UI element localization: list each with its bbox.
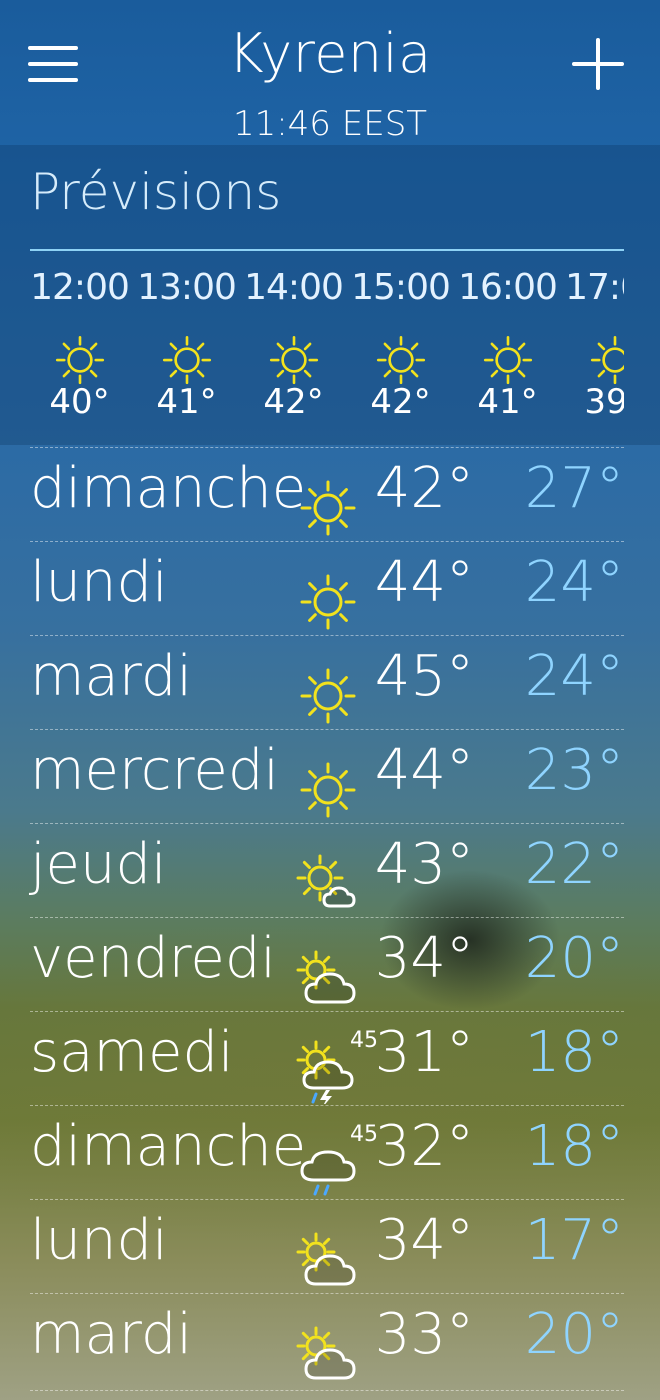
day-name: samedi [30, 1020, 234, 1085]
day-name: mercredi [30, 738, 279, 803]
precip-badge: 45 [350, 1122, 378, 1147]
high-temperature: 42° [374, 456, 474, 521]
high-temperature: 34° [374, 1208, 474, 1273]
daily-forecast-row[interactable]: vendredi 34° 20° [30, 917, 624, 1010]
daily-forecast-row[interactable]: mercredi 44° 23° [30, 729, 624, 822]
sun-icon [296, 758, 360, 822]
sun-icon [159, 332, 215, 388]
hour-temperature: 39° [584, 382, 624, 422]
low-temperature: 20° [524, 926, 624, 991]
low-temperature: 24° [524, 550, 624, 615]
sun-icon [373, 332, 429, 388]
high-temperature: 44° [374, 550, 474, 615]
low-temperature: 20° [524, 1302, 624, 1367]
low-temperature: 23° [524, 738, 624, 803]
plus-icon[interactable] [572, 38, 624, 90]
day-name: mardi [30, 1302, 193, 1367]
city-name[interactable]: Kyrenia [0, 22, 660, 85]
hourly-item: 15:00 42° [347, 262, 454, 422]
hour-label: 13:00 [137, 267, 237, 308]
daily-forecast-row[interactable]: lundi 44° 24° [30, 541, 624, 634]
hour-label: 16:00 [458, 267, 558, 308]
sun-small-cloud-icon [296, 852, 360, 916]
hour-temperature: 41° [156, 382, 217, 422]
high-temperature: 43° [374, 832, 474, 897]
sun-icon [296, 664, 360, 728]
low-temperature: 24° [524, 644, 624, 709]
daily-forecast-row[interactable]: mardi 45° 24° [30, 635, 624, 728]
hourly-item: 12:00 40° [30, 262, 133, 422]
partly-cloudy-icon [296, 1322, 360, 1386]
high-temperature: 33° [374, 1302, 474, 1367]
precip-badge: 45 [350, 1028, 378, 1053]
day-name: dimanche [30, 456, 307, 521]
sun-icon [52, 332, 108, 388]
hourly-item: 14:00 42° [240, 262, 347, 422]
app-header: Kyrenia 11:46 EEST [0, 0, 660, 150]
low-temperature: 18° [524, 1020, 624, 1085]
partly-cloudy-icon [296, 1228, 360, 1292]
daily-forecast-row[interactable]: lundi 34° 17° [30, 1199, 624, 1292]
day-name: mardi [30, 644, 193, 709]
daily-forecast-row[interactable]: dimanche 32° 18° 45 [30, 1105, 624, 1198]
hour-temperature: 42° [370, 382, 431, 422]
high-temperature: 32° [374, 1114, 474, 1179]
hour-label: 14:00 [244, 267, 344, 308]
sun-icon [587, 332, 624, 388]
high-temperature: 31° [374, 1020, 474, 1085]
high-temperature: 44° [374, 738, 474, 803]
sun-icon [296, 476, 360, 540]
day-name: lundi [30, 1208, 168, 1273]
low-temperature: 17° [524, 1208, 624, 1273]
local-time: 11:46 EEST [232, 104, 428, 144]
day-name: vendredi [30, 926, 276, 991]
hour-label: 17:00 [565, 267, 624, 308]
daily-forecast-row[interactable]: jeudi 43° 22° [30, 823, 624, 916]
day-name: lundi [30, 550, 168, 615]
hour-temperature: 42° [263, 382, 324, 422]
hourly-item: 13:00 41° [133, 262, 240, 422]
low-temperature: 22° [524, 832, 624, 897]
hour-temperature: 41° [477, 382, 538, 422]
section-divider [30, 249, 624, 251]
daily-forecast-row[interactable]: dimanche 42° 27° [30, 447, 624, 540]
hourly-item: 16:00 41° [454, 262, 561, 422]
sun-icon [266, 332, 322, 388]
hourly-forecast-strip[interactable]: 12:00 40° 13:00 41° 14:00 42° 15:00 42° 16:00 41°… [30, 262, 624, 432]
daily-forecast-row[interactable]: samedi 31° 18° 45 [30, 1011, 624, 1108]
hour-label: 12:00 [30, 267, 130, 308]
list-divider [30, 1390, 624, 1391]
partly-cloudy-icon [296, 946, 360, 1010]
sun-icon [480, 332, 536, 388]
low-temperature: 18° [524, 1114, 624, 1179]
hourly-item: 17:00 39° [561, 262, 624, 422]
sun-icon [296, 570, 360, 634]
daily-forecast-row[interactable]: mardi 33° 20° [30, 1293, 624, 1386]
low-temperature: 27° [524, 456, 624, 521]
section-title: Prévisions [30, 163, 282, 221]
day-name: dimanche [30, 1114, 307, 1179]
day-name: jeudi [30, 832, 167, 897]
high-temperature: 34° [374, 926, 474, 991]
hour-temperature: 40° [49, 382, 110, 422]
hour-label: 15:00 [351, 267, 451, 308]
high-temperature: 45° [374, 644, 474, 709]
